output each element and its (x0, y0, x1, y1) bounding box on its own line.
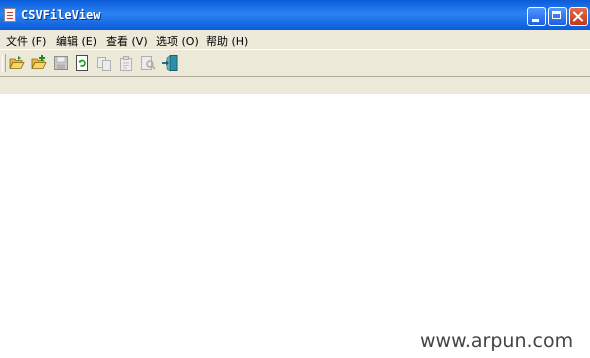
records-list[interactable] (0, 95, 590, 358)
save-button[interactable] (52, 54, 70, 72)
exit-button[interactable] (161, 54, 179, 72)
open-folder-icon (9, 56, 25, 69)
menu-bar: 文件 (F) 编辑 (E) 查看 (V) 选项 (O) 帮助 (H) (0, 30, 590, 49)
watermark-text: www.arpun.com (420, 330, 574, 352)
menu-edit[interactable]: 编辑 (E) (56, 33, 97, 49)
open-folder-button[interactable] (8, 54, 26, 72)
minimize-button[interactable] (527, 7, 546, 26)
menu-help[interactable]: 帮助 (H) (206, 33, 248, 49)
copy-icon (97, 57, 111, 71)
refresh-button[interactable] (73, 54, 91, 72)
toolbar-grip[interactable] (2, 54, 6, 72)
properties-icon (120, 56, 132, 71)
menu-view[interactable]: 查看 (V) (106, 33, 148, 49)
exit-icon (162, 55, 178, 72)
maximize-button[interactable] (548, 7, 567, 26)
column-header-bar (0, 76, 590, 95)
window-title: CSVFileView (21, 8, 101, 22)
refresh-icon (76, 55, 88, 71)
menu-options[interactable]: 选项 (O) (156, 33, 199, 49)
open-folder-add-icon (31, 55, 47, 69)
copy-button[interactable] (95, 54, 113, 72)
toolbar (0, 49, 590, 76)
find-button[interactable] (139, 54, 157, 72)
open-folder-add-button[interactable] (30, 54, 48, 72)
app-window: CSVFileView 文件 (F) 编辑 (E) 查看 (V) 选项 (O) … (0, 0, 590, 358)
app-document-icon[interactable] (4, 8, 16, 22)
menu-file[interactable]: 文件 (F) (6, 33, 46, 49)
find-icon (141, 56, 156, 70)
properties-button[interactable] (117, 54, 135, 72)
save-icon (54, 56, 68, 70)
close-button[interactable] (569, 7, 588, 26)
title-bar[interactable]: CSVFileView (0, 0, 590, 30)
